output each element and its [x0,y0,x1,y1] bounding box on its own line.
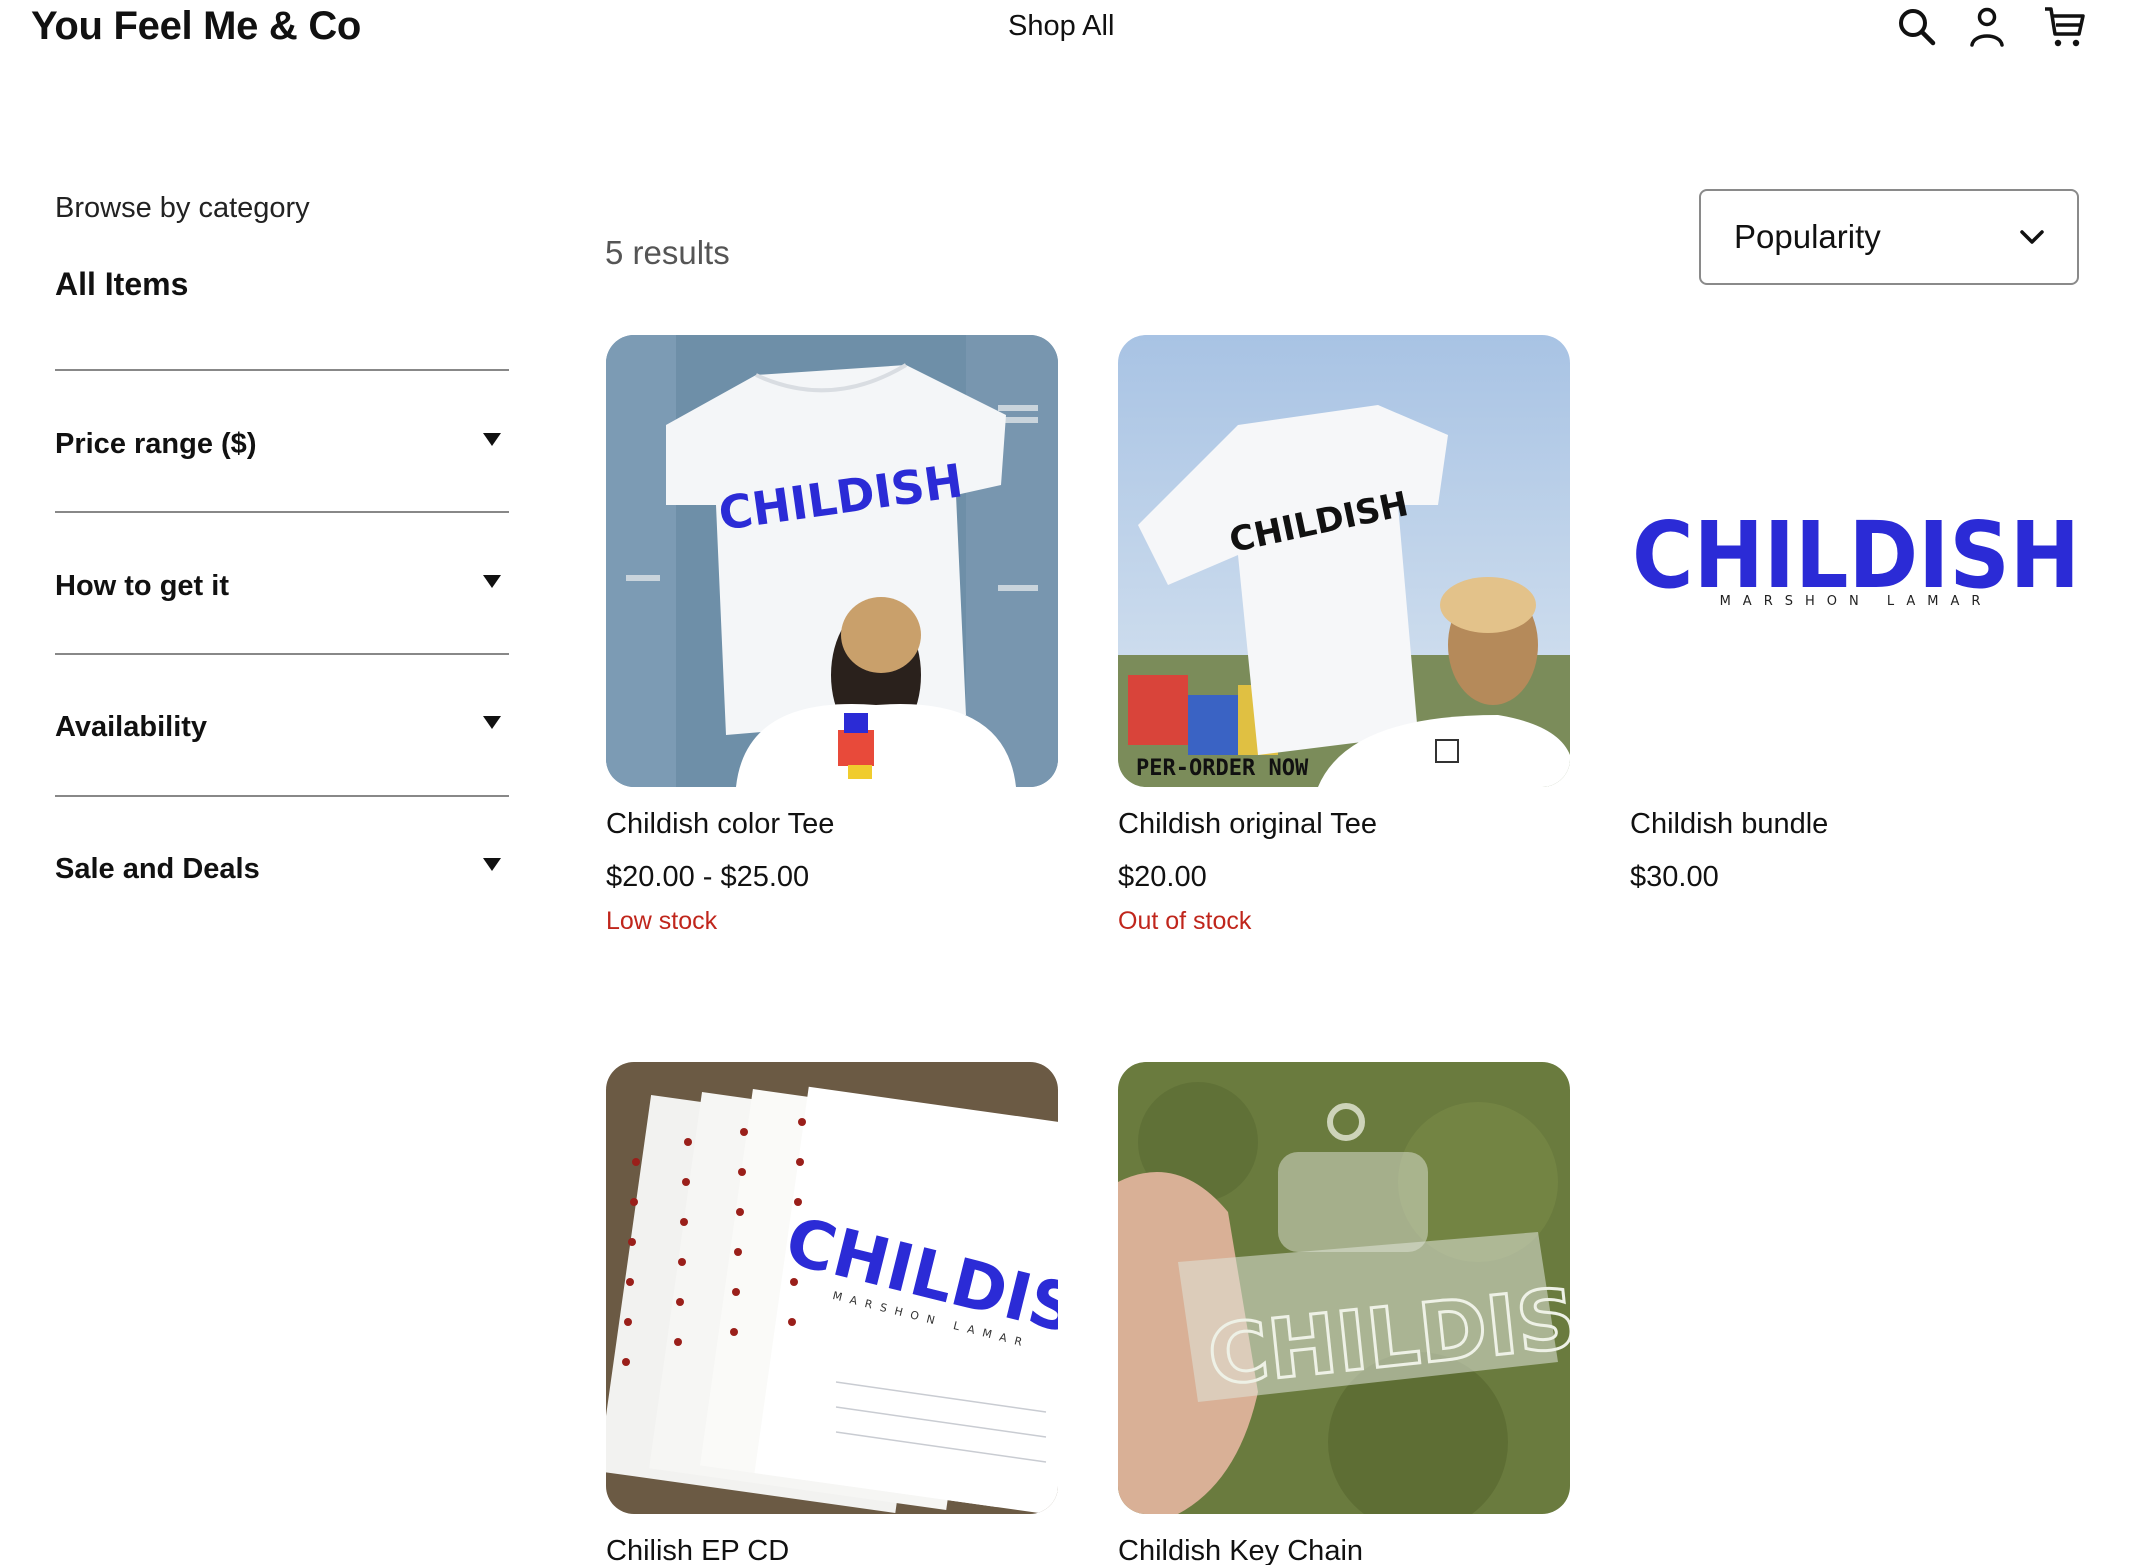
sort-dropdown[interactable]: Popularity [1699,189,2079,285]
divider [55,795,509,797]
divider [55,653,509,655]
caret-down-icon [483,857,501,871]
bundle-logo-text: CHILDISH [1632,502,2080,609]
account-icon[interactable] [1964,4,2010,50]
product-image[interactable]: CHILDISH MARSHON LAMAR [606,1062,1058,1514]
product-image[interactable]: CHILDISH [1118,1062,1570,1514]
search-icon[interactable] [1894,4,1940,50]
divider [55,511,509,513]
caret-down-icon [483,432,501,446]
filter-label: Price range ($) [55,427,257,460]
product-name[interactable]: Childish color Tee [606,808,834,841]
filter-label: Sale and Deals [55,852,260,885]
product-card-childish-original-tee[interactable]: CHILDISH PER-ORDER NOW [1118,335,1570,787]
caret-down-icon [483,715,501,729]
nav-shop-all[interactable]: Shop All [1008,10,1114,43]
sort-selected-value: Popularity [1734,218,1881,255]
product-card-childish-color-tee[interactable]: CHILDISH [606,335,1058,787]
product-price: $30.00 [1630,861,1719,893]
product-name[interactable]: Childish Key Chain [1118,1535,1363,1565]
divider [55,369,509,371]
product-card-childish-key-chain[interactable]: CHILDISH [1118,1062,1570,1514]
bundle-logo-subtext: MARSHON LAMAR [1720,594,1993,609]
image-overlay-text: PER-ORDER NOW [1136,756,1309,781]
product-image[interactable]: CHILDISH MARSHON LAMAR [1630,335,2082,787]
results-count: 5 results [605,234,730,271]
product-name[interactable]: Chilish EP CD [606,1535,789,1565]
filter-price-range[interactable]: Price range ($) [55,414,509,474]
product-name[interactable]: Childish original Tee [1118,808,1377,841]
product-price: $20.00 [1118,861,1207,893]
chevron-down-icon [2017,222,2047,252]
filter-label: How to get it [55,569,229,602]
product-price: $20.00 - $25.00 [606,861,810,893]
brand-name[interactable]: You Feel Me & Co [31,4,361,49]
product-name[interactable]: Childish bundle [1630,808,1828,841]
filter-sale-and-deals[interactable]: Sale and Deals [55,839,509,899]
cart-icon[interactable] [2042,4,2088,50]
caret-down-icon [483,574,501,588]
product-image[interactable]: CHILDISH [606,335,1058,787]
filter-how-to-get-it[interactable]: How to get it [55,556,509,616]
product-image[interactable]: CHILDISH PER-ORDER NOW [1118,335,1570,787]
product-card-childish-bundle[interactable]: CHILDISH MARSHON LAMAR [1630,335,2082,787]
stock-status: Low stock [606,907,718,935]
filter-label: Availability [55,710,208,743]
product-card-chilish-ep-cd[interactable]: CHILDISH MARSHON LAMAR [606,1062,1058,1514]
shop-page: You Feel Me & Co Shop All Browse by cate… [0,0,2136,1565]
browse-by-category-label: Browse by category [55,192,310,224]
stock-status: Out of stock [1118,907,1252,935]
category-all-items[interactable]: All Items [55,266,188,303]
filter-availability[interactable]: Availability [55,697,509,757]
